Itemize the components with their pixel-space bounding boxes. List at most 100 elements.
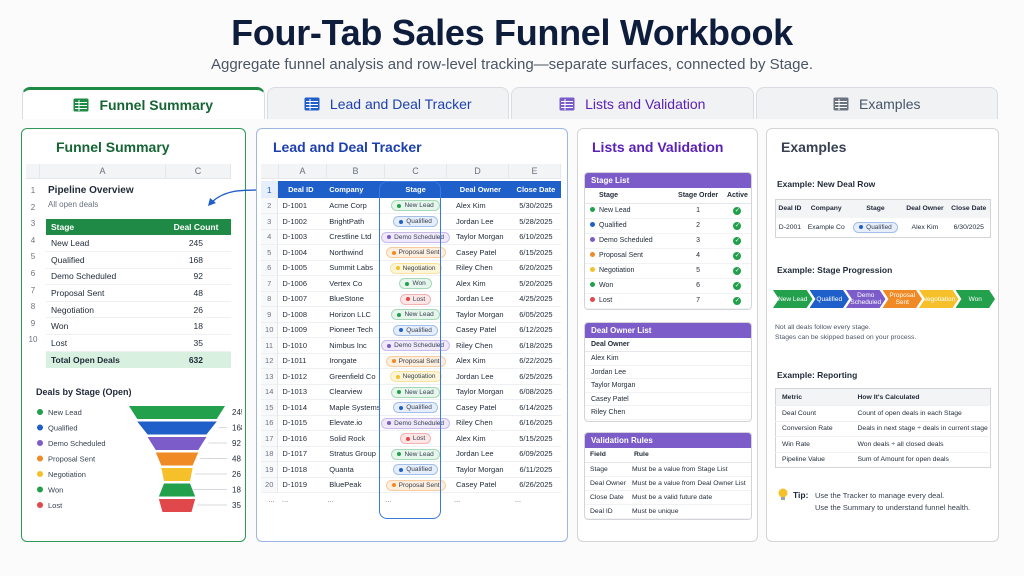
cell: Qualified: [849, 218, 903, 238]
company: Clearview: [329, 387, 363, 397]
deal-id: D-1004: [282, 247, 308, 257]
stage-dot: [397, 312, 402, 317]
stage-pill: Proposal Sent: [385, 355, 446, 367]
stage-dot: [405, 297, 410, 301]
stage-dot: [590, 252, 595, 257]
column-header: Deal Owner: [459, 185, 502, 194]
page-title: Four-Tab Sales Funnel Workbook: [231, 12, 793, 53]
deal-id: D-1015: [282, 418, 308, 428]
table-row: 18 D-1017 Stratus Group New Lead Jordan Lee 6…: [261, 446, 561, 462]
row-number: 11: [261, 337, 279, 353]
rule-text: Must be unique: [632, 507, 679, 515]
sheet-green-icon: [73, 98, 89, 111]
list-item: Taylor Morgan: [585, 379, 751, 393]
company: Solid Rock: [329, 433, 366, 443]
stage-label: Demo Scheduled: [394, 342, 445, 349]
calculation: Sum of Amount for open deals: [857, 456, 949, 464]
sheet-blue-icon: [304, 97, 320, 110]
legend-label: Qualified: [48, 424, 78, 433]
stage-dot: [391, 483, 396, 487]
table-row: 6 D-1005 Summit Labs Negotiation Riley Chen 6…: [261, 260, 561, 276]
row-number: 1: [30, 186, 36, 195]
progression-note: Stages can be skipped based on your proc…: [775, 334, 917, 341]
row-number: 2: [261, 198, 279, 214]
deal-owner: Jordan Lee: [456, 216, 494, 226]
close-date: 6/11/2025: [519, 464, 553, 474]
stage-order: 5: [696, 267, 701, 274]
stage-cell: Proposal Sent: [381, 353, 450, 369]
stage-label: Qualified: [406, 218, 432, 225]
table-row: D-2001 Example Co Qualified Alex Kim 6/30/20…: [776, 218, 991, 238]
stage-label: Demo Scheduled: [394, 233, 445, 241]
tip-text: Use the Summary to understand funnel hea…: [815, 503, 971, 512]
tab-funnel-summary[interactable]: Funnel Summary: [22, 87, 265, 119]
table-row: Won 18: [46, 318, 231, 335]
close-date: 6/15/2025: [519, 247, 553, 257]
row-number: 7: [30, 285, 36, 295]
stage-pill: Negotiation: [389, 371, 442, 382]
stage-pill: Won: [399, 278, 432, 289]
section-header: Stage List: [585, 173, 751, 188]
header-row: Metric How It's Calculated: [775, 388, 991, 406]
stage-cell: Demo Scheduled: [585, 233, 672, 248]
close-date: 5/30/2025: [519, 201, 553, 210]
deal-id: D-1017: [282, 449, 308, 459]
deal-id: D-1009: [282, 325, 308, 335]
stage-name: New Lead: [599, 207, 631, 214]
metric: Pipeline Value: [782, 456, 825, 464]
row-number: 8: [30, 302, 36, 312]
stage-cell: New Lead: [585, 203, 672, 218]
close-date: 5/15/2025: [519, 433, 553, 443]
active-cell: ✓: [724, 203, 751, 218]
rule-field: Stage: [590, 465, 608, 473]
company: Elevate.io: [329, 418, 363, 428]
stage-list-section: Stage List Stage Stage Order Active New Lea…: [584, 172, 752, 310]
row-number: 14: [261, 384, 279, 400]
progression-step: Demo Scheduled: [846, 290, 886, 308]
stage-name: Qualified: [51, 254, 85, 265]
deal-owner: Alex Kim: [456, 278, 486, 288]
data-label: 18: [232, 486, 241, 495]
stage-dot: [590, 222, 595, 227]
table-row: Negotiation 5 ✓: [585, 263, 751, 278]
validation-rules-section: Validation Rules Field Rule Stage Must be a…: [584, 432, 752, 520]
table-row: Conversion Rate Deals in next stage ÷ dea…: [775, 421, 991, 437]
stage-pill: Demo Scheduled: [381, 417, 451, 429]
deal-id: D-1019: [282, 480, 308, 490]
tab-lists-validation[interactable]: Lists and Validation: [511, 87, 754, 119]
legend-dot: [37, 409, 43, 415]
active-cell: ✓: [724, 233, 751, 248]
lists-validation-panel: Lists and Validation Stage List Stage Sta…: [577, 128, 758, 542]
cell: D-2001: [778, 223, 802, 231]
check-icon: ✓: [733, 236, 742, 245]
deal-owner: Taylor Morgan: [456, 232, 504, 242]
stage-pill: Demo Scheduled: [381, 231, 451, 243]
stage-cell: Lost: [381, 291, 450, 307]
column-header-row: A C: [26, 164, 231, 179]
stage-cell: Demo Scheduled: [381, 338, 451, 354]
stage-dot: [399, 328, 404, 332]
stage-label: Won: [412, 280, 426, 287]
stage-pill: Qualified: [853, 221, 898, 233]
owner-list: Deal Owner Alex Kim Jordan Lee Taylor Morga…: [585, 338, 751, 420]
stage-cell: Demo Scheduled: [381, 415, 451, 431]
table-row: New Lead 245: [46, 235, 231, 252]
stage-count-table: Stage Deal Count New Lead 245 Qualified 168…: [46, 219, 231, 368]
tab-lead-deal-tracker[interactable]: Lead and Deal Tracker: [266, 87, 509, 119]
total-row: Total Open Deals 632: [46, 351, 231, 368]
stage-cell: Negotiation: [381, 260, 450, 276]
stage-dot: [405, 436, 410, 441]
stage-cell: Negotiation: [381, 369, 450, 385]
active-cell: ✓: [724, 248, 751, 263]
col-letter: C: [166, 164, 231, 178]
deal-id: D-1014: [282, 402, 308, 412]
table-row: Close Date Must be a valid future date: [585, 490, 751, 504]
stage-label: Qualified: [406, 404, 432, 411]
header-row: Field Rule: [585, 448, 751, 462]
stage-name: Negotiation: [599, 267, 635, 274]
data-label: 26: [232, 470, 241, 479]
example-title: Example: New Deal Row: [777, 179, 876, 189]
tab-examples[interactable]: Examples: [755, 87, 998, 119]
stage-dot: [590, 237, 595, 242]
row-number: 16: [261, 415, 279, 431]
